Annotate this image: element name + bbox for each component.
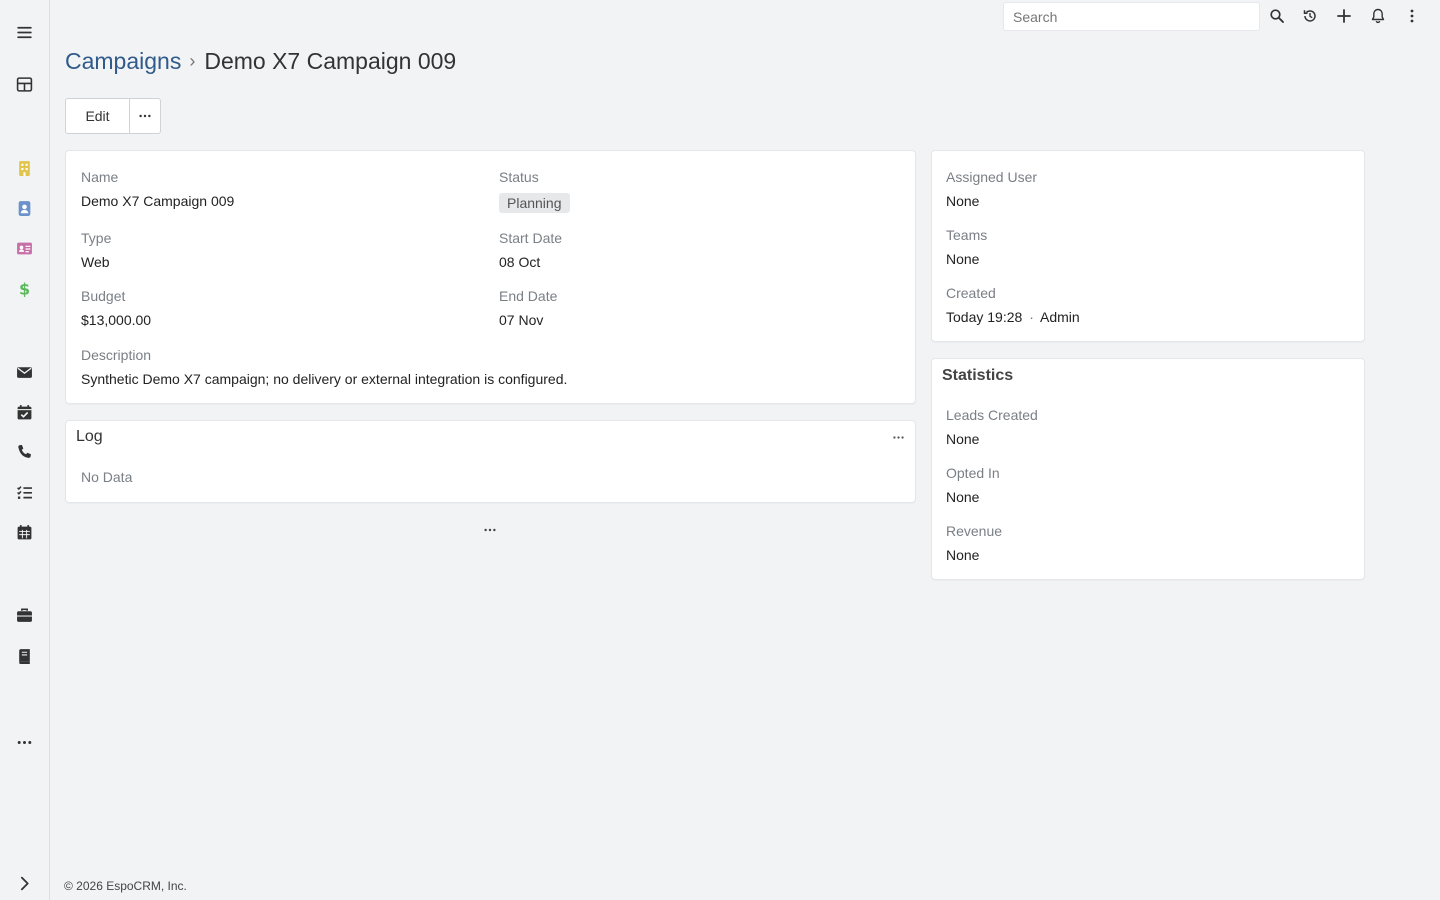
log-empty-text: No Data (81, 469, 133, 485)
breadcrumb: Campaigns › Demo X7 Campaign 009 (65, 48, 456, 75)
start-date-value: 08 Oct (499, 254, 541, 270)
created-by-link[interactable]: Admin (1040, 309, 1080, 325)
tasks-icon[interactable] (13, 481, 35, 503)
svg-text:$: $ (18, 280, 29, 297)
opted-in-value: None (946, 489, 980, 505)
knowledge-base-icon[interactable] (13, 645, 35, 667)
history-icon[interactable] (1300, 6, 1320, 26)
leads-icon[interactable] (13, 237, 35, 259)
contacts-icon[interactable] (13, 197, 35, 219)
budget-label: Budget (81, 288, 126, 304)
teams-value: None (946, 251, 980, 267)
log-title: Log (76, 428, 103, 445)
end-date-label: End Date (499, 288, 558, 304)
search-input[interactable] (1003, 2, 1260, 31)
type-label: Type (81, 230, 112, 246)
log-menu-button[interactable] (888, 427, 908, 447)
teams-label: Teams (946, 227, 988, 243)
ellipsis-icon (892, 435, 904, 439)
name-value: Demo X7 Campaign 009 (81, 193, 235, 209)
cases-icon[interactable] (13, 604, 35, 626)
name-label: Name (81, 169, 119, 185)
type-value: Web (81, 254, 110, 270)
overview-panel: Name Demo X7 Campaign 009 Status Plannin… (65, 150, 916, 404)
plus-icon[interactable] (1334, 6, 1354, 26)
revenue-label: Revenue (946, 523, 1003, 539)
created-time: Today 19:28 (946, 309, 1023, 325)
kebab-menu-icon[interactable] (1402, 6, 1422, 26)
created-separator: · (1029, 309, 1034, 325)
created-value: Today 19:28 · Admin (946, 309, 1080, 325)
page-title: Demo X7 Campaign 009 (204, 48, 457, 74)
sidebar: $ (0, 0, 50, 900)
more-icon[interactable] (13, 731, 35, 753)
created-label: Created (946, 285, 996, 301)
ellipsis-icon (139, 114, 151, 118)
leads-created-value: None (946, 431, 980, 447)
ellipsis-icon (484, 528, 496, 532)
status-badge: Planning (499, 193, 570, 213)
status-label: Status (499, 169, 539, 185)
menu-icon[interactable] (13, 21, 35, 43)
assigned-user-value: None (946, 193, 980, 209)
revenue-value: None (946, 547, 980, 563)
breadcrumb-separator: › (189, 51, 196, 71)
bell-icon[interactable] (1368, 6, 1388, 26)
end-date-value: 07 Nov (499, 312, 544, 328)
side-info-panel: Assigned User None Teams None Created To… (931, 150, 1365, 342)
search-icon[interactable] (1267, 6, 1287, 26)
more-actions-button[interactable] (130, 98, 161, 134)
calls-icon[interactable] (13, 441, 35, 463)
log-panel: Log No Data (65, 420, 916, 503)
start-date-label: Start Date (499, 230, 563, 246)
meetings-icon[interactable] (13, 401, 35, 423)
statistics-panel: Statistics Leads Created None Opted In N… (931, 358, 1365, 580)
statistics-title: Statistics (942, 367, 1014, 384)
description-label: Description (81, 347, 152, 363)
description-value: Synthetic Demo X7 campaign; no delivery … (81, 371, 568, 387)
breadcrumb-campaigns-link[interactable]: Campaigns (65, 48, 181, 75)
footer-copyright: © 2026 EspoCRM, Inc. (64, 879, 187, 893)
calendar-icon[interactable] (13, 521, 35, 543)
opportunities-icon[interactable]: $ (13, 277, 35, 299)
show-more-panels-button[interactable] (480, 520, 500, 540)
record-actions: Edit (65, 98, 161, 134)
dashboard-icon[interactable] (13, 73, 35, 95)
expand-icon[interactable] (13, 872, 35, 894)
edit-button[interactable]: Edit (65, 98, 130, 134)
accounts-icon[interactable] (13, 157, 35, 179)
assigned-user-label: Assigned User (946, 169, 1038, 185)
opted-in-label: Opted In (946, 465, 1000, 481)
email-icon[interactable] (13, 361, 35, 383)
leads-created-label: Leads Created (946, 407, 1038, 423)
budget-value: $13,000.00 (81, 312, 152, 328)
